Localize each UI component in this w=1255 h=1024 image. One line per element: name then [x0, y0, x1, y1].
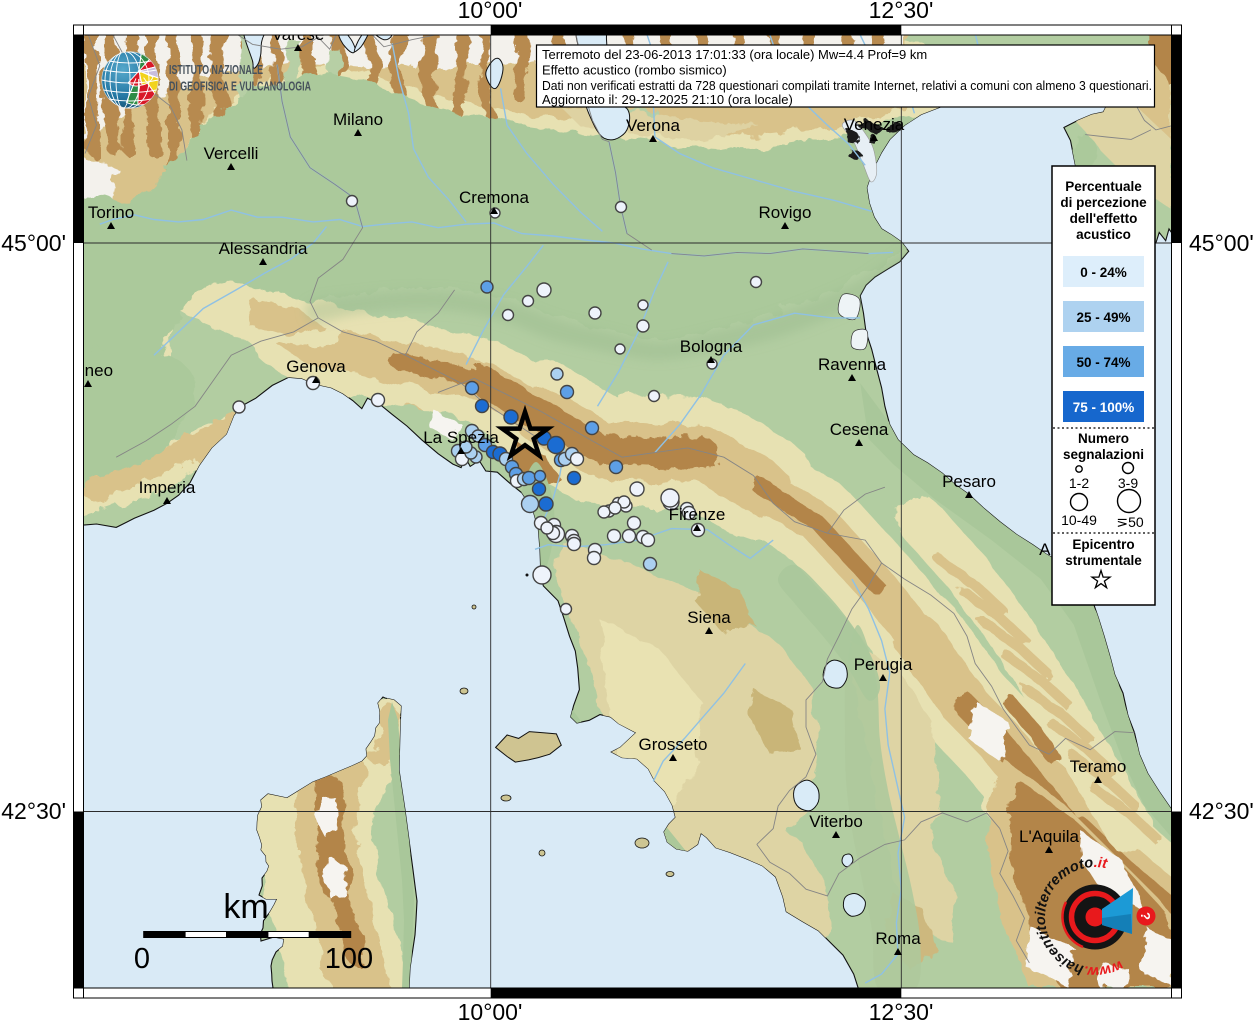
svg-text:100: 100: [325, 943, 373, 975]
svg-text:di percezione: di percezione: [1060, 195, 1147, 210]
svg-text:ISTITUTO NAZIONALE: ISTITUTO NAZIONALE: [169, 63, 263, 77]
svg-text:10°00': 10°00': [458, 999, 523, 1024]
svg-text:3-9: 3-9: [1118, 475, 1138, 491]
svg-text:Viterbo: Viterbo: [809, 812, 863, 831]
svg-text:Aggiornato il: 29-12-2025 21:1: Aggiornato il: 29-12-2025 21:10 (ora loc…: [542, 92, 793, 107]
svg-text:75 - 100%: 75 - 100%: [1073, 400, 1135, 415]
svg-text:Vercelli: Vercelli: [204, 144, 259, 163]
svg-text:km: km: [223, 888, 268, 926]
svg-text:Dati non verificati estratti d: Dati non verificati estratti da 728 ques…: [542, 78, 1152, 93]
svg-text:L'Aquila: L'Aquila: [1019, 827, 1080, 846]
svg-text:La Spezia: La Spezia: [423, 428, 499, 447]
svg-text:Ravenna: Ravenna: [818, 355, 887, 374]
svg-text:DI GEOFISICA E VULCANOLOGIA: DI GEOFISICA E VULCANOLOGIA: [169, 80, 311, 94]
svg-text:Effetto acustico (rombo sismic: Effetto acustico (rombo sismico): [542, 63, 727, 78]
svg-text:Perugia: Perugia: [854, 655, 913, 674]
svg-text:Percentuale: Percentuale: [1065, 179, 1142, 194]
svg-text:segnalazioni: segnalazioni: [1063, 447, 1144, 462]
svg-text:Genova: Genova: [286, 357, 346, 376]
svg-text:Alessandria: Alessandria: [219, 239, 308, 258]
svg-text:Firenze: Firenze: [669, 505, 726, 524]
svg-text:25 - 49%: 25 - 49%: [1076, 310, 1130, 325]
svg-text:12°30': 12°30': [869, 0, 934, 23]
svg-text:Torino: Torino: [88, 203, 134, 222]
svg-text:Imperia: Imperia: [139, 478, 196, 497]
svg-text:1-2: 1-2: [1069, 475, 1089, 491]
svg-text:42°30': 42°30': [1189, 798, 1254, 824]
svg-text:Verona: Verona: [626, 116, 680, 135]
svg-text:Numero: Numero: [1078, 431, 1129, 446]
svg-text:Grosseto: Grosseto: [639, 735, 708, 754]
svg-text:dell'effetto: dell'effetto: [1070, 211, 1138, 226]
svg-text:Cesena: Cesena: [830, 420, 889, 439]
svg-text:Terremoto del 23-06-2013 17:01: Terremoto del 23-06-2013 17:01:33 (ora l…: [542, 47, 927, 62]
svg-text:Venezia: Venezia: [844, 115, 905, 134]
svg-text:?: ?: [1138, 912, 1153, 920]
svg-text:Epicentro: Epicentro: [1072, 537, 1134, 552]
svg-text:Siena: Siena: [687, 608, 731, 627]
svg-text:strumentale: strumentale: [1065, 553, 1142, 568]
svg-text:Roma: Roma: [875, 929, 921, 948]
svg-text:⋝50: ⋝50: [1116, 514, 1144, 530]
svg-text:50 - 74%: 50 - 74%: [1076, 355, 1130, 370]
svg-text:10-49: 10-49: [1061, 512, 1097, 528]
svg-text:Milano: Milano: [333, 110, 383, 129]
svg-text:Rovigo: Rovigo: [759, 203, 812, 222]
svg-text:0 - 24%: 0 - 24%: [1080, 265, 1127, 280]
svg-text:Cremona: Cremona: [459, 188, 529, 207]
svg-text:10°00': 10°00': [458, 0, 523, 23]
svg-text:Teramo: Teramo: [1070, 757, 1127, 776]
svg-text:45°00': 45°00': [1, 230, 66, 256]
svg-text:42°30': 42°30': [1, 798, 66, 824]
svg-text:Bologna: Bologna: [680, 337, 743, 356]
svg-text:0: 0: [134, 943, 150, 975]
svg-text:12°30': 12°30': [869, 999, 934, 1024]
svg-text:acustico: acustico: [1076, 227, 1131, 242]
svg-text:45°00': 45°00': [1189, 230, 1254, 256]
svg-text:Pesaro: Pesaro: [942, 472, 996, 491]
